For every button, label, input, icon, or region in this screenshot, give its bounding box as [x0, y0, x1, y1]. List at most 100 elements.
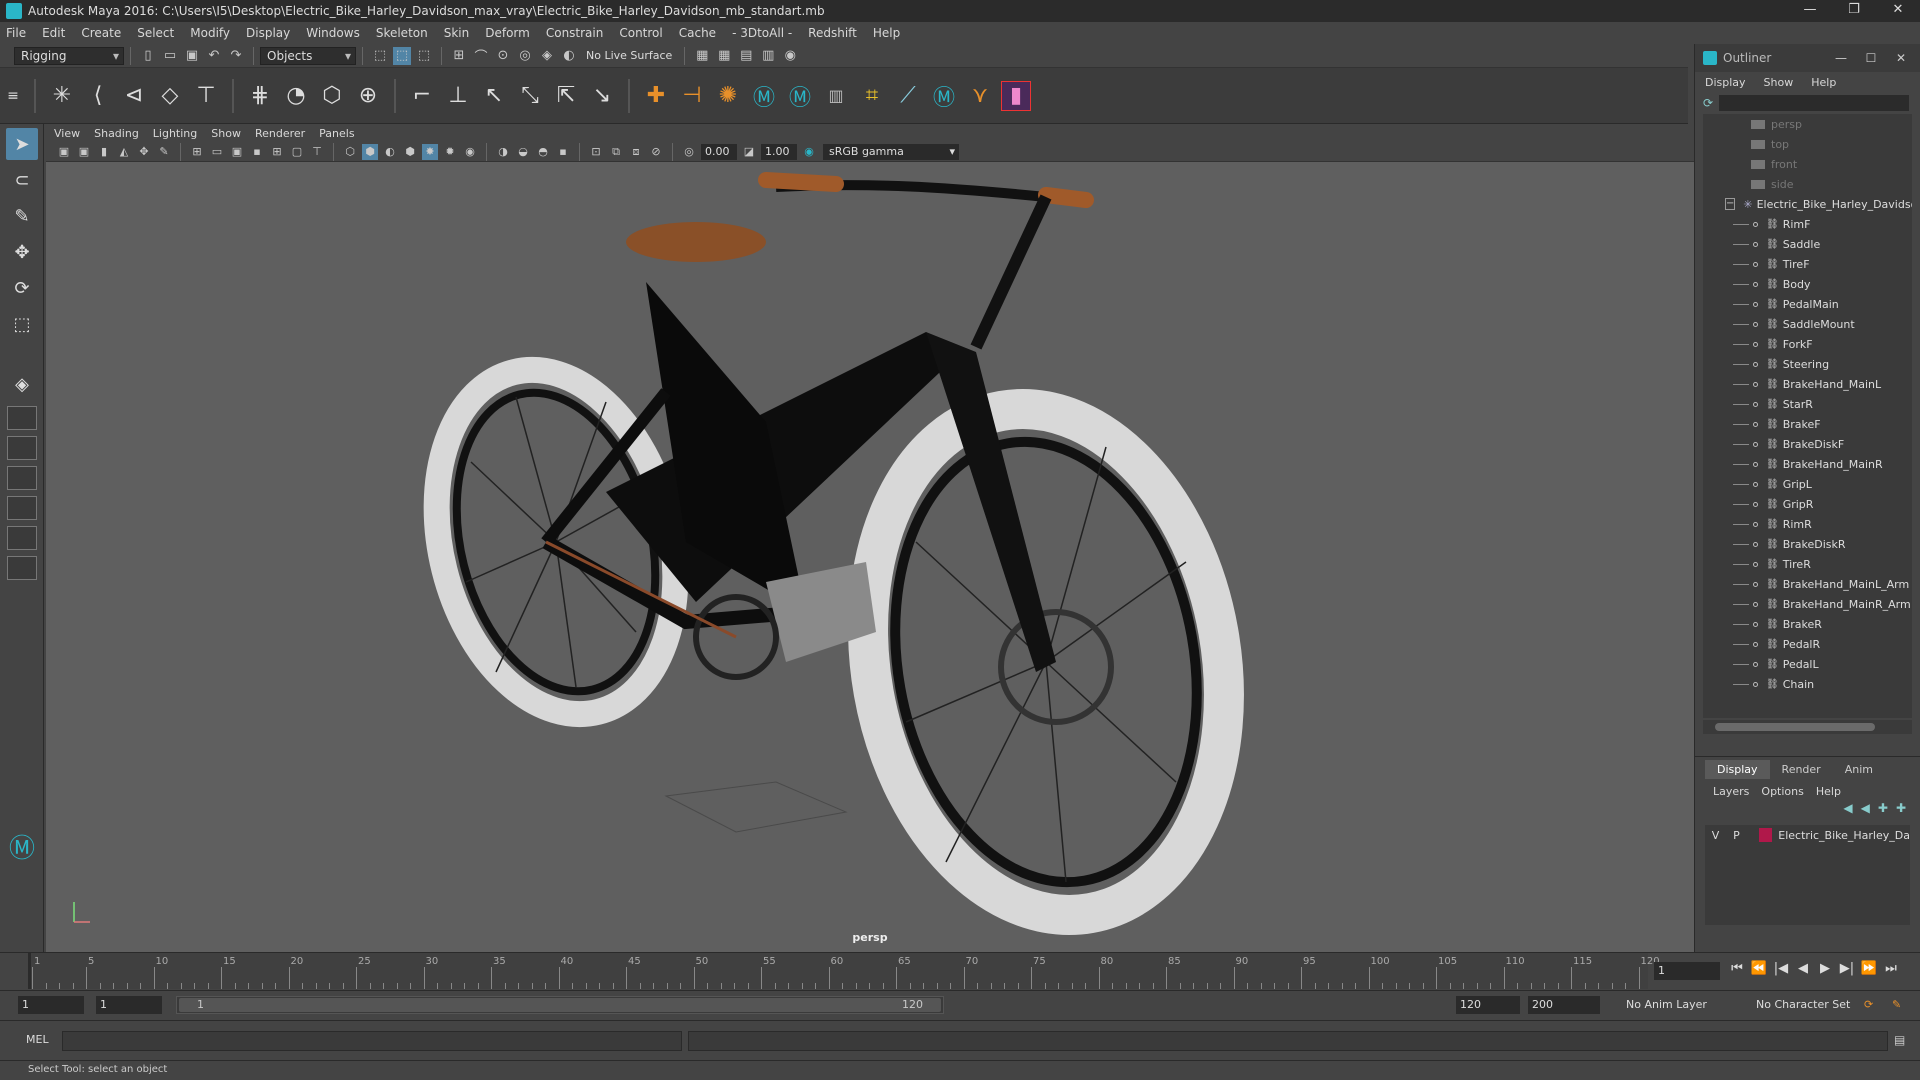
step-forward-key-icon[interactable]: ▶|	[1836, 961, 1858, 976]
ik-handle-icon[interactable]: ⟨	[83, 81, 113, 111]
outliner-minimize-button[interactable]: —	[1826, 44, 1856, 72]
grid-icon[interactable]: ⊞	[189, 144, 205, 160]
mocap-icon[interactable]: Ⓜ	[929, 81, 959, 111]
camera-select-icon[interactable]: ▣	[56, 144, 72, 160]
selection-mask-dropdown[interactable]: Objects	[260, 46, 356, 65]
use-all-lights-icon[interactable]: ✸	[422, 143, 438, 160]
layer-color-swatch[interactable]	[1758, 828, 1773, 842]
shelf-menu-icon[interactable]: ≡	[3, 81, 23, 111]
outliner-item-saddlemount[interactable]: ⛓ SaddleMount	[1703, 314, 1912, 334]
particles-icon[interactable]: ✺	[713, 81, 743, 111]
new-scene-icon[interactable]: ▯	[139, 47, 157, 65]
viewport-menu-view[interactable]: View	[54, 127, 80, 140]
layer-menu-layers[interactable]: Layers	[1713, 785, 1749, 798]
outliner-item-side[interactable]: side	[1703, 174, 1912, 194]
outliner-item-brakef[interactable]: ⛓ BrakeF	[1703, 414, 1912, 434]
joint-tool-icon[interactable]: ✳	[47, 81, 77, 111]
save-scene-icon[interactable]: ▣	[183, 47, 201, 65]
menu-skeleton[interactable]: Skeleton	[376, 26, 428, 40]
wrap-icon[interactable]: ⟋	[893, 81, 923, 111]
viewport-menu-panels[interactable]: Panels	[319, 127, 354, 140]
single-pane-layout-icon[interactable]	[7, 406, 37, 430]
outliner-item-root[interactable]: − ✳ Electric_Bike_Harley_Davidso	[1703, 194, 1912, 214]
gate-mask-icon[interactable]: ▪	[249, 144, 265, 160]
shadows-icon[interactable]: ✹	[442, 144, 458, 160]
lasso-tool-icon[interactable]: ⊂	[6, 164, 38, 196]
play-backward-icon[interactable]: ◀	[1792, 961, 1814, 976]
outliner-item-gripr[interactable]: ⛓ GripR	[1703, 494, 1912, 514]
outliner-horizontal-scrollbar[interactable]	[1703, 720, 1912, 734]
xray-joints-icon[interactable]: ⧉	[608, 144, 624, 160]
redshift-render-icon[interactable]: ▮	[1001, 80, 1031, 111]
anim-layer-dropdown[interactable]: No Anim Layer	[1626, 996, 1707, 1014]
point-constraint-icon[interactable]: ⌐	[407, 81, 437, 111]
aim-constraint-icon[interactable]: ⊥	[443, 81, 473, 111]
viewport-menu-renderer[interactable]: Renderer	[255, 127, 305, 140]
render-frame-icon[interactable]: ▦	[693, 47, 711, 65]
outliner-item-pedall[interactable]: ⛓ PedalL	[1703, 654, 1912, 674]
menu-set-dropdown[interactable]: Rigging	[14, 46, 124, 65]
collapse-icon[interactable]: −	[1725, 198, 1736, 210]
lattice-icon[interactable]: ⬡	[317, 81, 347, 111]
step-back-icon[interactable]: ⏪	[1748, 961, 1770, 976]
two-d-pan-icon[interactable]: ✥	[136, 144, 152, 160]
viewport-3d[interactable]: persp	[46, 162, 1694, 952]
menu-3dtoall[interactable]: - 3DtoAll -	[732, 26, 792, 40]
grease-pencil-icon[interactable]: ✎	[156, 144, 172, 160]
ambient-occlusion-icon[interactable]: ◉	[462, 144, 478, 160]
layer-name[interactable]: Electric_Bike_Harley_Da	[1778, 829, 1910, 842]
step-forward-icon[interactable]: ⏩	[1858, 961, 1880, 976]
safe-action-icon[interactable]: ▢	[289, 144, 305, 160]
wireframe-on-shaded-icon[interactable]: ◐	[382, 144, 398, 160]
exposure-icon[interactable]: ◎	[681, 144, 697, 160]
outliner-item-gripl[interactable]: ⛓ GripL	[1703, 474, 1912, 494]
menu-windows[interactable]: Windows	[306, 26, 360, 40]
outliner-item-saddle[interactable]: ⛓ Saddle	[1703, 234, 1912, 254]
outliner-item-brakehand-mainr-arm[interactable]: ⛓ BrakeHand_MainR_Arm	[1703, 594, 1912, 614]
character-set-dropdown[interactable]: No Character Set	[1756, 996, 1850, 1014]
outliner-item-brakehand-mainl-arm[interactable]: ⛓ BrakeHand_MainL_Arm	[1703, 574, 1912, 594]
ik-spline-icon[interactable]: ⊲	[119, 81, 149, 111]
menu-deform[interactable]: Deform	[485, 26, 530, 40]
film-gate-icon[interactable]: ▭	[209, 144, 225, 160]
tab-anim[interactable]: Anim	[1833, 760, 1885, 779]
redo-icon[interactable]: ↷	[227, 47, 245, 65]
animation-prefs-icon[interactable]: ✎	[1892, 996, 1901, 1014]
outliner-item-forkf[interactable]: ⛓ ForkF	[1703, 334, 1912, 354]
graph-layout-icon[interactable]	[7, 496, 37, 520]
xray-icon[interactable]: ⊡	[588, 144, 604, 160]
range-slider[interactable]: 1 120	[176, 996, 944, 1014]
cluster-icon[interactable]: ⊕	[353, 81, 383, 111]
new-layer-selected-icon[interactable]: ✚	[1896, 801, 1906, 821]
parent-constraint-icon[interactable]: ⇱	[551, 81, 581, 111]
insert-joint-icon[interactable]: ◇	[155, 81, 185, 111]
mirror-joint-icon[interactable]: ⊤	[191, 81, 221, 111]
tab-display[interactable]: Display	[1705, 759, 1770, 779]
make-live-icon[interactable]: ◐	[560, 47, 578, 65]
vertex-icon[interactable]: ⋎	[965, 81, 995, 111]
menu-modify[interactable]: Modify	[190, 26, 230, 40]
outliner-item-brakehand-mainl[interactable]: ⛓ BrakeHand_MainL	[1703, 374, 1912, 394]
command-language-label[interactable]: MEL	[26, 1033, 49, 1046]
orient-constraint-icon[interactable]: ↖	[479, 81, 509, 111]
current-frame-field[interactable]: 1	[1654, 962, 1720, 980]
viewport-menu-shading[interactable]: Shading	[94, 127, 139, 140]
menu-cache[interactable]: Cache	[679, 26, 716, 40]
backface-culling-icon[interactable]: ⊘	[648, 144, 664, 160]
depth-of-field-icon[interactable]: ◓	[535, 144, 551, 160]
anti-aliasing-icon[interactable]: ◒	[515, 144, 531, 160]
outliner-item-body[interactable]: ⛓ Body	[1703, 274, 1912, 294]
snap-curve-icon[interactable]: ⌒	[472, 47, 490, 65]
outliner-item-braker[interactable]: ⛓ BrakeR	[1703, 614, 1912, 634]
tab-render[interactable]: Render	[1770, 760, 1833, 779]
select-component-icon[interactable]: ⬚	[415, 47, 433, 65]
bind-skin-icon[interactable]: ⋕	[245, 81, 275, 111]
select-hierarchy-icon[interactable]: ⬚	[371, 47, 389, 65]
menu-control[interactable]: Control	[619, 26, 662, 40]
safe-title-icon[interactable]: ⊤	[309, 144, 325, 160]
select-tool-icon[interactable]: ➤	[6, 128, 38, 160]
locator-curve-icon[interactable]: ⊣	[677, 81, 707, 111]
four-pane-layout-icon[interactable]	[7, 436, 37, 460]
camera-attributes-icon[interactable]: ▣	[76, 144, 92, 160]
outliner-item-pedalr[interactable]: ⛓ PedalR	[1703, 634, 1912, 654]
